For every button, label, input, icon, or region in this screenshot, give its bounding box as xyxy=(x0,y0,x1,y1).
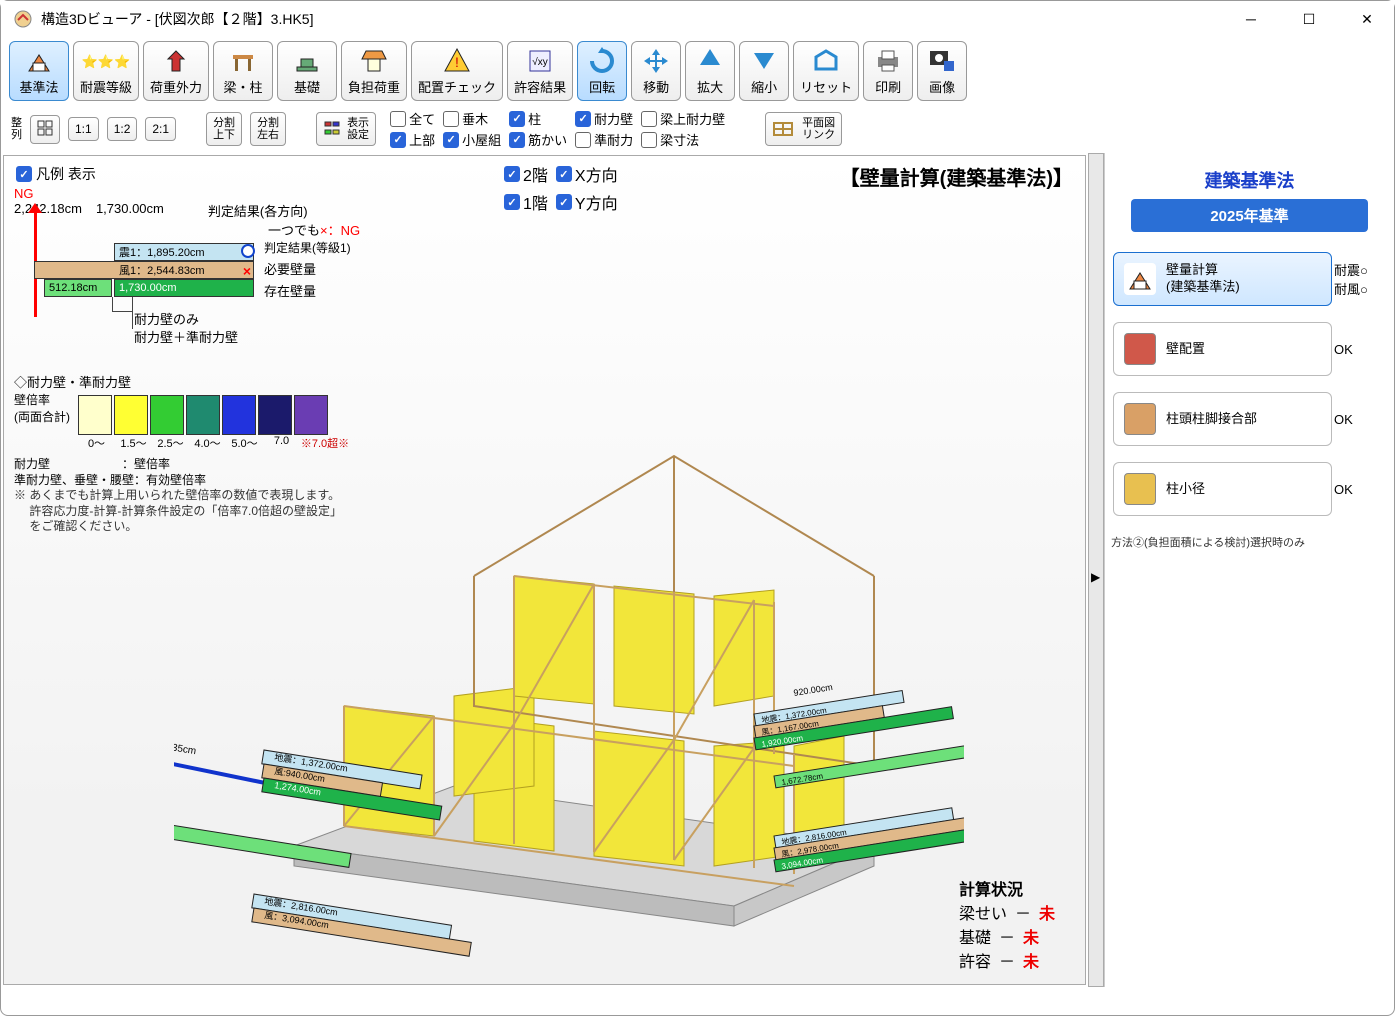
side-collapse-strip[interactable]: ▶ xyxy=(1088,153,1104,987)
bar-kaze: 風1：2,544.83cm× xyxy=(34,261,254,279)
main-toolbar: 基準法 ⭐⭐⭐耐震等級 荷重外力 梁・柱 基礎 負担荷重 !配置チェック √xy… xyxy=(1,37,1394,105)
image-icon xyxy=(926,45,958,77)
tool-image[interactable]: 画像 xyxy=(917,41,967,101)
chk-tairyoku[interactable] xyxy=(575,111,591,127)
tool-zoom-out[interactable]: 縮小 xyxy=(739,41,789,101)
tool-kiso[interactable]: 基礎 xyxy=(277,41,337,101)
svg-text:√xy: √xy xyxy=(532,56,548,68)
layout-grid-button[interactable] xyxy=(30,115,60,144)
ratio-21-button[interactable]: 2:1 xyxy=(145,117,176,141)
chk-hashira[interactable] xyxy=(509,111,525,127)
tool-kajuu[interactable]: 荷重外力 xyxy=(143,41,209,101)
close-button[interactable]: ✕ xyxy=(1352,4,1382,34)
joint-icon xyxy=(1124,403,1156,435)
tool-zoom-in[interactable]: 拡大 xyxy=(685,41,735,101)
ng-label: NG xyxy=(14,186,34,201)
legend-box: NG 2,242.18cm 1,730.00cm 判定結果(各方向) 一つでも×… xyxy=(14,186,360,359)
tool-kijunhou[interactable]: 基準法 xyxy=(9,41,69,101)
3d-model: 2,898.35cm 地震：1,372.00cm 風:940.00cm 1,27… xyxy=(174,346,964,966)
side-year-badge: 2025年基準 xyxy=(1131,199,1368,232)
chk-sujikai[interactable] xyxy=(509,132,525,148)
bar-ex2: 1,730.00cm xyxy=(114,279,254,297)
house-icon xyxy=(1124,263,1156,295)
tool-reset[interactable]: リセット xyxy=(793,41,859,101)
tool-move[interactable]: 移動 xyxy=(631,41,681,101)
move-icon xyxy=(640,45,672,77)
side-item-setsugoubu[interactable]: 柱頭柱脚接合部 xyxy=(1113,392,1332,446)
tool-hari-hashira[interactable]: 梁・柱 xyxy=(213,41,273,101)
svg-text:920.00cm: 920.00cm xyxy=(793,682,834,698)
reset-icon xyxy=(810,45,842,77)
side-note: 方法②(負担面積による検討)選択時のみ xyxy=(1111,534,1388,550)
floor-dir-filters: 2階 1階 X方向 Y方向 xyxy=(504,162,618,214)
legend-show-toggle[interactable]: 凡例 表示 xyxy=(16,164,96,184)
secondary-toolbar: 整 列 1:1 1:2 2:1 分割 上下 分割 左右 表示 設定 全て 上部 … xyxy=(1,105,1394,153)
chk-koyagumi[interactable] xyxy=(443,132,459,148)
tool-kyoyou-kekka[interactable]: √xy許容結果 xyxy=(507,41,573,101)
chk-upper[interactable] xyxy=(390,132,406,148)
ratio-11-button[interactable]: 1:1 xyxy=(68,117,99,141)
collapse-arrow-icon: ▶ xyxy=(1091,570,1100,584)
zoom-in-icon xyxy=(694,45,726,77)
chk-1f[interactable] xyxy=(504,194,520,210)
viewport-title: 【壁量計算(建築基準法)】 xyxy=(840,162,1073,191)
tool-rotate[interactable]: 回転 xyxy=(577,41,627,101)
chk-taruki[interactable] xyxy=(443,111,459,127)
print-icon xyxy=(872,45,904,77)
split-ud-button[interactable]: 分割 上下 xyxy=(206,112,242,146)
tool-haichi-check[interactable]: !配置チェック xyxy=(411,41,503,101)
chk-haribari[interactable] xyxy=(641,111,657,127)
rotate-icon xyxy=(586,45,618,77)
svg-text:2,898.35cm: 2,898.35cm xyxy=(174,738,197,757)
tool-print[interactable]: 印刷 xyxy=(863,41,913,101)
tool-taishin[interactable]: ⭐⭐⭐耐震等級 xyxy=(73,41,139,101)
app-icon xyxy=(13,9,33,29)
titlebar: 構造3Dビューア - [伏図次郎【２階】3.HK5] ─ ☐ ✕ xyxy=(1,1,1394,37)
chk-xdir[interactable] xyxy=(556,166,572,182)
side-panel: 建築基準法 2025年基準 壁量計算 (建築基準法) 耐震○耐風○ 壁配置 OK… xyxy=(1104,153,1394,987)
3d-viewport[interactable]: 凡例 表示 2階 1階 X方向 Y方向 【壁量計算(建築基準法)】 NG 2,2… xyxy=(3,155,1086,985)
chk-all[interactable] xyxy=(390,111,406,127)
ratio-12-button[interactable]: 1:2 xyxy=(107,117,138,141)
maximize-button[interactable]: ☐ xyxy=(1294,4,1324,34)
chk-juntairyoku[interactable] xyxy=(575,132,591,148)
plan-link-button[interactable]: 平面図 リンク xyxy=(765,112,842,146)
wall-layout-icon xyxy=(1124,333,1156,365)
side-item-kabe-haichi[interactable]: 壁配置 xyxy=(1113,322,1332,376)
column-icon xyxy=(1124,473,1156,505)
window-title: 構造3Dビューア - [伏図次郎【２階】3.HK5] xyxy=(41,9,1236,29)
minimize-button[interactable]: ─ xyxy=(1236,4,1266,34)
svg-text:!: ! xyxy=(455,54,459,70)
side-title: 建築基準法 xyxy=(1111,167,1388,193)
chk-ydir[interactable] xyxy=(556,194,572,210)
bar-ex1: 512.18cm xyxy=(44,279,112,297)
tool-futankajuu[interactable]: 負担荷重 xyxy=(341,41,407,101)
zoom-out-icon xyxy=(748,45,780,77)
sw-0 xyxy=(78,395,112,435)
chk-harisunpo[interactable] xyxy=(641,132,657,148)
side-item-kabe-keisan[interactable]: 壁量計算 (建築基準法) xyxy=(1113,252,1332,306)
side-item-hashira-shokei[interactable]: 柱小径 xyxy=(1113,462,1332,516)
calc-status: 計算状況 梁せい－未 基礎－未 許容－未 xyxy=(959,876,1055,972)
sw-1 xyxy=(114,395,148,435)
display-settings-button[interactable]: 表示 設定 xyxy=(316,112,376,146)
chk-2f[interactable] xyxy=(504,166,520,182)
split-lr-button[interactable]: 分割 左右 xyxy=(250,112,286,146)
align-label: 整 列 xyxy=(11,117,22,141)
bar-shin: 震1：1,895.20cm xyxy=(114,243,254,261)
